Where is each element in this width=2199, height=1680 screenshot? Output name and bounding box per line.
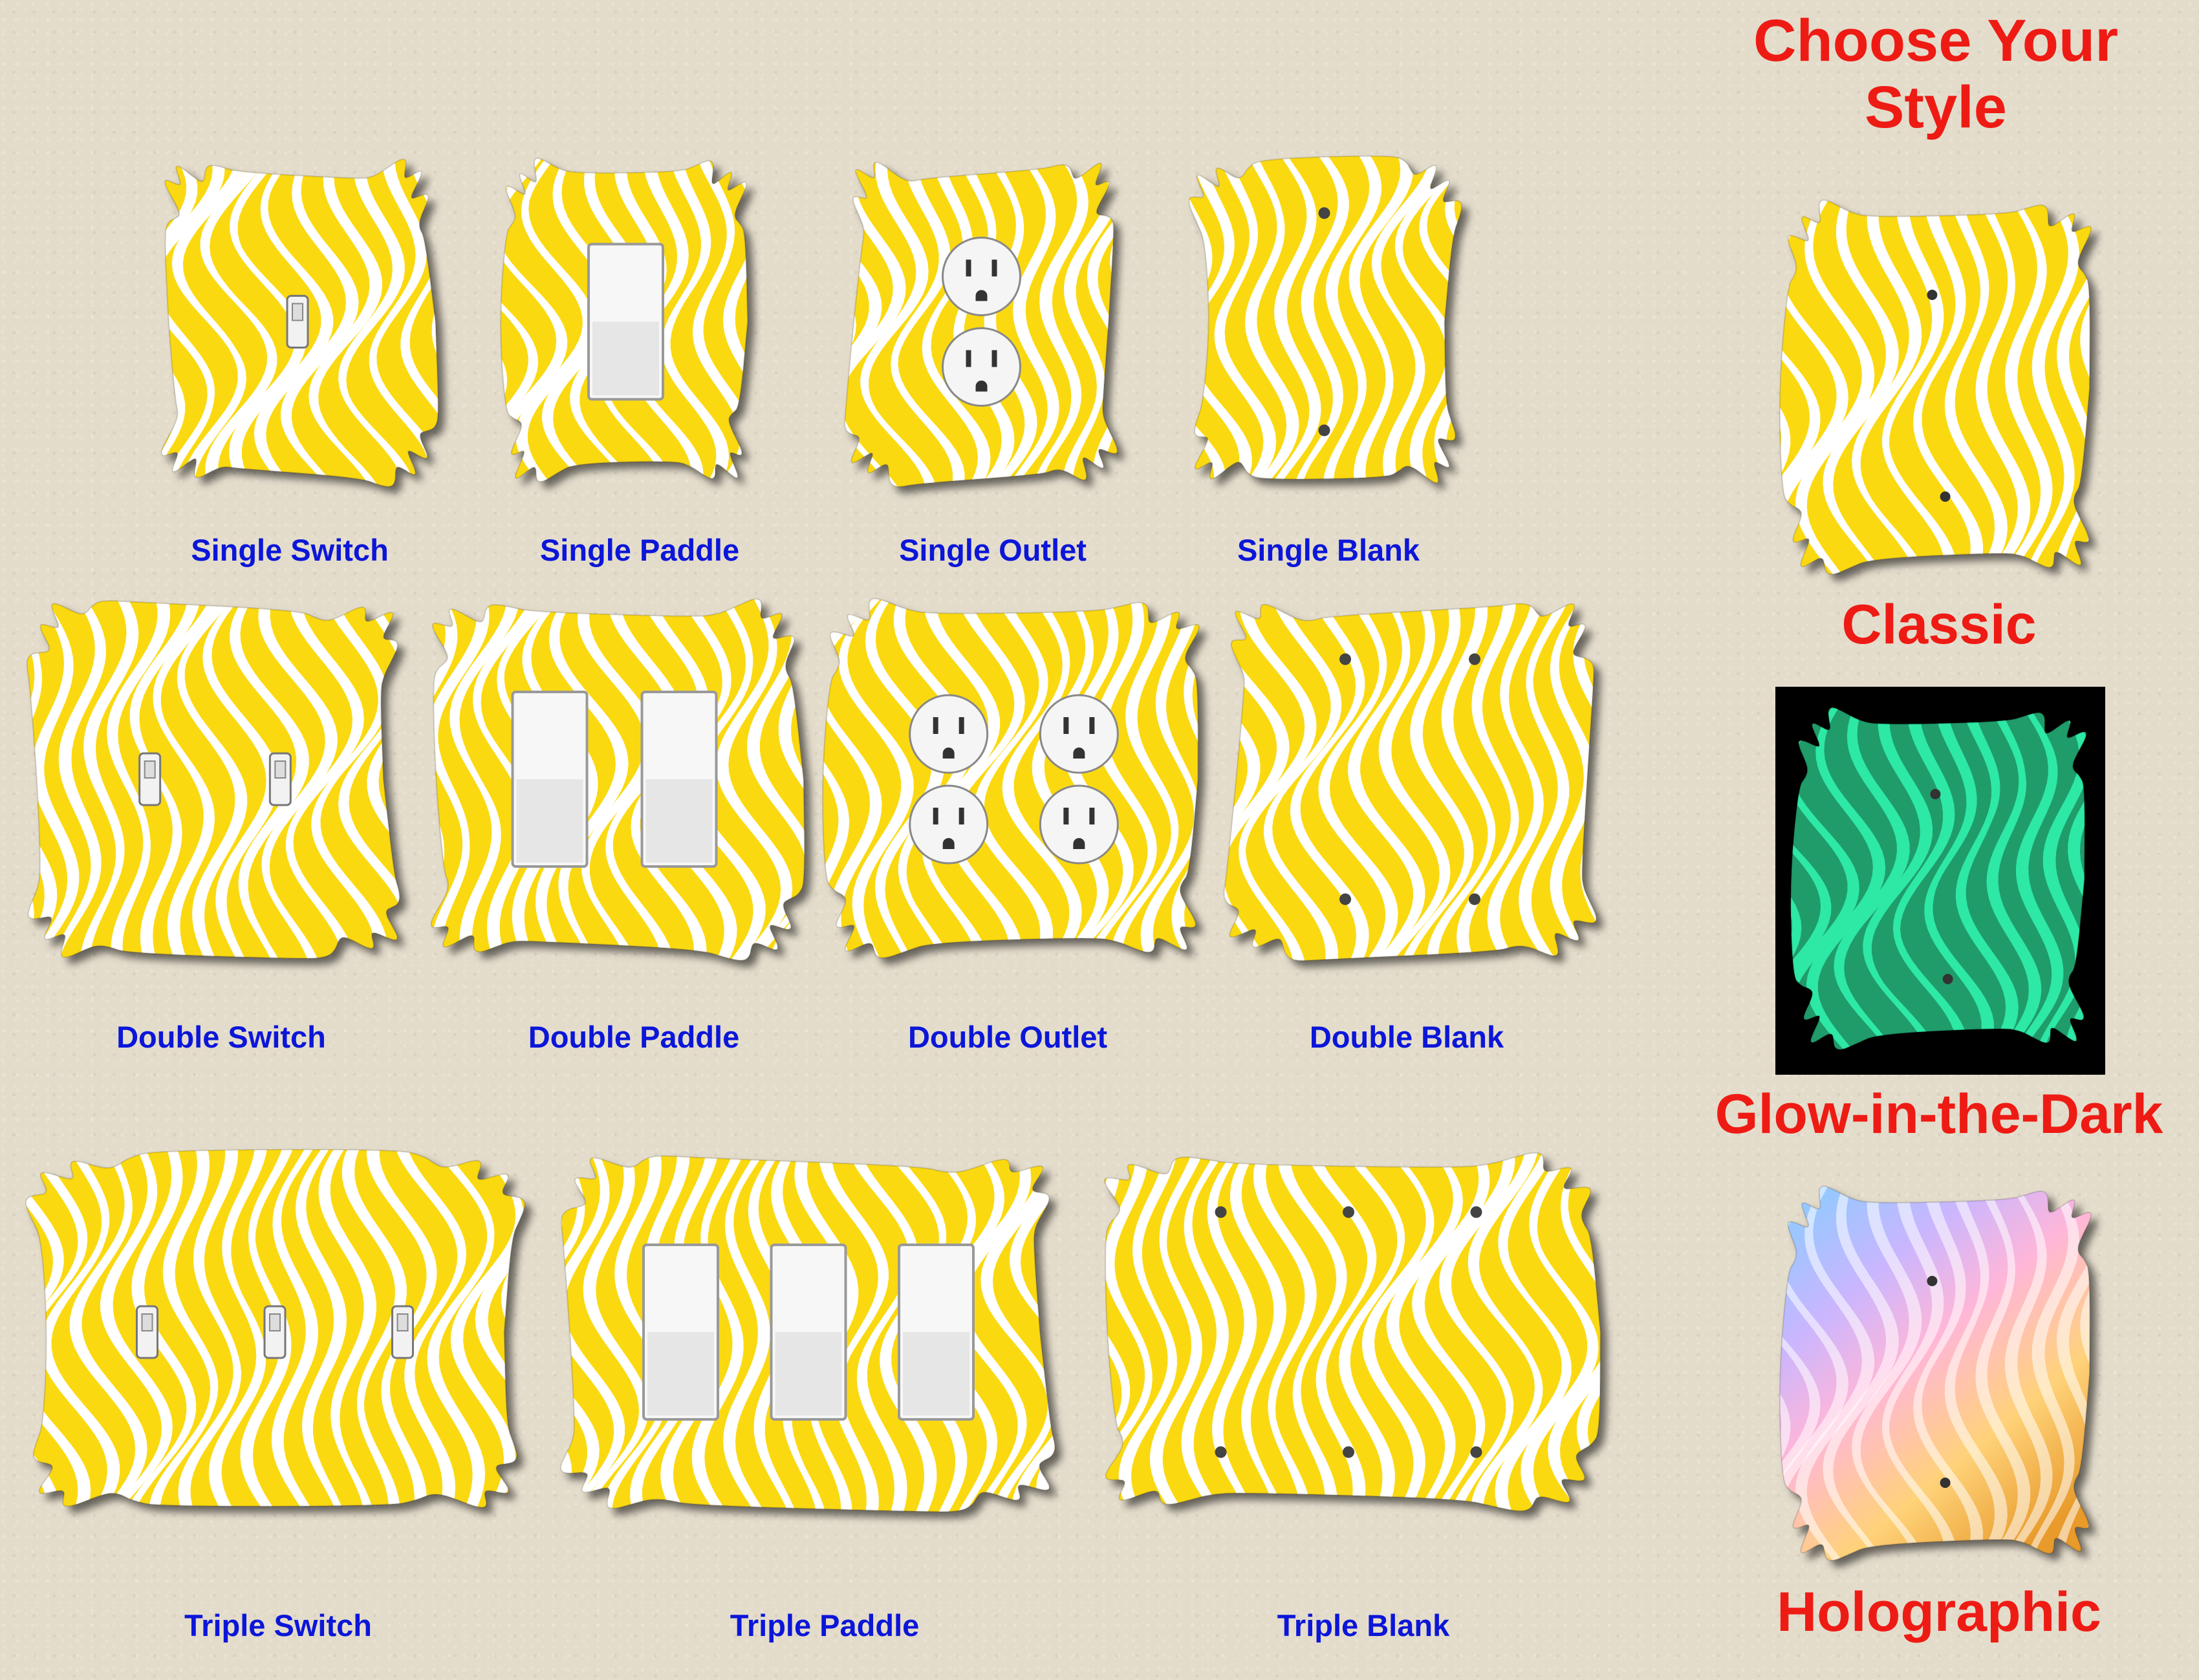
screw-hole-icon	[1469, 653, 1480, 665]
plate-triple-paddle[interactable]	[553, 1145, 1064, 1520]
style-holographic-thumbnail[interactable]	[1775, 1180, 2102, 1568]
choose-style-heading: Choose Your Style	[1753, 8, 2118, 141]
plate-double-outlet[interactable]	[818, 592, 1209, 967]
label-double-switch[interactable]: Double Switch	[116, 1019, 326, 1055]
label-single-blank[interactable]: Single Blank	[1237, 532, 1420, 568]
screw-hole-icon	[1215, 1206, 1227, 1218]
screw-hole-icon	[1318, 424, 1330, 436]
screw-hole-icon	[1343, 1446, 1354, 1458]
screw-hole-icon	[1470, 1446, 1482, 1458]
screw-hole-icon	[1927, 1276, 1938, 1286]
label-triple-switch[interactable]: Triple Switch	[184, 1608, 372, 1643]
plate-graphic	[822, 598, 1200, 959]
plate-single-blank[interactable]	[1180, 152, 1468, 491]
plate-graphic	[26, 600, 400, 959]
plate-graphic	[1188, 155, 1462, 484]
screw-hole-icon	[1942, 974, 1953, 984]
plate-double-switch[interactable]	[19, 592, 411, 967]
screw-hole-icon	[1318, 207, 1330, 219]
plate-double-paddle[interactable]	[420, 592, 808, 967]
duplex-outlet-icon	[909, 784, 989, 865]
plate-graphic	[500, 157, 749, 482]
plate-graphic	[430, 598, 805, 962]
plate-graphic	[844, 161, 1118, 488]
plate-graphic	[1779, 199, 2092, 576]
style-holographic-label[interactable]: Holographic	[1777, 1581, 2101, 1643]
screw-hole-icon	[1940, 1478, 1951, 1488]
choose-style-heading-line2: Style	[1865, 74, 2007, 141]
duplex-outlet-icon	[1039, 784, 1119, 865]
screw-hole-icon	[1927, 290, 1938, 300]
plate-graphic	[559, 1155, 1056, 1513]
plate-graphic	[1790, 707, 2087, 1050]
screw-hole-icon	[1470, 1206, 1482, 1218]
label-single-outlet[interactable]: Single Outlet	[899, 532, 1087, 568]
plate-triple-switch[interactable]	[19, 1145, 530, 1520]
plate-graphic	[1103, 1152, 1601, 1512]
duplex-outlet-icon	[909, 694, 989, 774]
style-glow-label[interactable]: Glow-in-the-Dark	[1715, 1083, 2163, 1145]
plate-graphic	[1779, 1185, 2092, 1562]
plate-graphic	[160, 158, 439, 488]
label-single-switch[interactable]: Single Switch	[191, 532, 389, 568]
label-double-paddle[interactable]: Double Paddle	[528, 1019, 739, 1055]
screw-hole-icon	[1930, 789, 1941, 799]
plate-single-switch[interactable]	[152, 152, 443, 491]
label-double-blank[interactable]: Double Blank	[1310, 1019, 1504, 1055]
screw-hole-icon	[1215, 1446, 1227, 1458]
label-double-outlet[interactable]: Double Outlet	[908, 1019, 1107, 1055]
style-glow-thumbnail[interactable]	[1786, 702, 2097, 1057]
duplex-outlet-icon	[942, 327, 1021, 407]
plate-triple-blank[interactable]	[1093, 1145, 1604, 1520]
choose-style-heading-line1: Choose Your	[1753, 8, 2118, 74]
screw-hole-icon	[1469, 893, 1480, 905]
plate-double-blank[interactable]	[1216, 592, 1604, 967]
screw-hole-icon	[1339, 893, 1351, 905]
plate-single-outlet[interactable]	[838, 152, 1125, 491]
screw-hole-icon	[1339, 653, 1351, 665]
duplex-outlet-icon	[942, 237, 1021, 316]
screw-hole-icon	[1343, 1206, 1354, 1218]
plate-graphic	[25, 1148, 526, 1509]
label-single-paddle[interactable]: Single Paddle	[540, 532, 739, 568]
label-triple-blank[interactable]: Triple Blank	[1277, 1608, 1449, 1643]
screw-hole-icon	[1940, 491, 1951, 502]
plate-single-paddle[interactable]	[495, 152, 757, 491]
style-classic-label[interactable]: Classic	[1841, 594, 2036, 656]
label-triple-paddle[interactable]: Triple Paddle	[730, 1608, 920, 1643]
duplex-outlet-icon	[1039, 694, 1119, 774]
plate-graphic	[1223, 603, 1598, 962]
style-classic-thumbnail[interactable]	[1775, 194, 2102, 582]
